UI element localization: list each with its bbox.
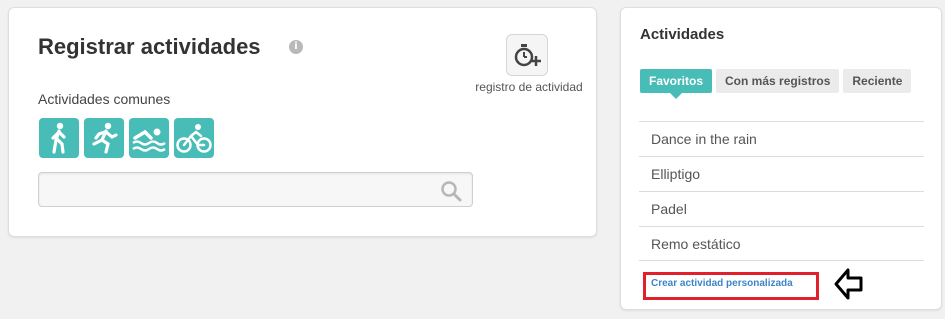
swimming-button[interactable] (129, 118, 169, 158)
favorites-list: Dance in the rain Elliptigo Padel Remo e… (639, 121, 924, 261)
page-title: Registrar actividades (38, 34, 261, 59)
activity-search[interactable] (38, 172, 473, 207)
register-activities-card: Registrar actividades i registro de acti… (8, 7, 597, 237)
activities-title: Actividades (640, 26, 725, 43)
running-icon (92, 122, 118, 154)
list-item[interactable]: Padel (639, 191, 924, 226)
tab-favorites[interactable]: Favoritos (640, 69, 713, 99)
search-icon[interactable] (440, 180, 462, 202)
stopwatch-plus-icon (514, 44, 541, 67)
walking-icon (51, 122, 66, 154)
common-activities (39, 118, 214, 158)
activity-log-button[interactable] (506, 34, 548, 76)
activities-card: Actividades Favoritos Con más registros … (620, 7, 942, 310)
cycling-icon (176, 124, 212, 153)
common-activities-label: Actividades comunes (38, 91, 171, 107)
list-item[interactable]: Remo estático (639, 226, 924, 261)
running-button[interactable] (84, 118, 124, 158)
info-icon[interactable]: i (289, 40, 303, 54)
list-item[interactable]: Dance in the rain (639, 121, 924, 156)
walking-button[interactable] (39, 118, 79, 158)
cycling-button[interactable] (174, 118, 214, 158)
list-item[interactable]: Elliptigo (639, 156, 924, 191)
highlight-box (643, 272, 819, 300)
left-arrow-icon (834, 268, 863, 300)
tab-recent[interactable]: Reciente (843, 69, 912, 93)
activities-tabs: Favoritos Con más registros Reciente (640, 69, 912, 99)
swimming-icon (132, 128, 166, 152)
search-input[interactable] (39, 173, 472, 206)
activity-log-caption: registro de actividad (475, 80, 583, 94)
tab-most-logged[interactable]: Con más registros (716, 69, 840, 93)
